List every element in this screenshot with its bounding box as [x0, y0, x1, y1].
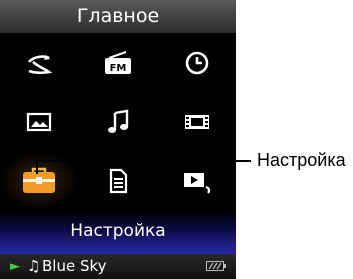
clock-icon — [185, 51, 209, 74]
document-icon — [109, 168, 128, 193]
track-title: Blue Sky — [42, 257, 107, 275]
status-bar: ► ♫ Blue Sky — [0, 254, 236, 279]
battery-icon — [206, 261, 226, 271]
svg-text:FM: FM — [110, 63, 127, 74]
film-icon — [185, 114, 209, 129]
toolbox-icon — [23, 167, 55, 193]
menu-item-music[interactable] — [79, 92, 157, 151]
menu-item-repeat[interactable] — [0, 33, 78, 92]
selected-item-label: Настройка — [0, 211, 236, 254]
play-status-icon: ► — [10, 259, 20, 274]
music-note-status-icon: ♫ — [27, 257, 41, 275]
music-note-icon — [108, 109, 129, 133]
menu-item-video[interactable] — [158, 92, 236, 151]
menu-item-fm-radio[interactable]: FM — [79, 33, 157, 92]
menu-item-clock[interactable] — [158, 33, 236, 92]
fm-radio-icon: FM — [105, 50, 131, 74]
callout-label: Настройка — [257, 150, 346, 170]
home-menu-grid: FM — [0, 33, 236, 211]
menu-item-photo[interactable] — [0, 92, 78, 151]
player-screen: Главное FM Настройка ► ♫ Blue Sky — [0, 0, 236, 279]
callout-leader-vertical — [36, 160, 38, 174]
screen-title: Главное — [0, 0, 236, 33]
output-arrow-icon — [184, 172, 211, 194]
repeat-arrow-icon — [27, 54, 53, 74]
callout-leader-line — [36, 160, 251, 162]
picture-icon — [26, 112, 52, 131]
